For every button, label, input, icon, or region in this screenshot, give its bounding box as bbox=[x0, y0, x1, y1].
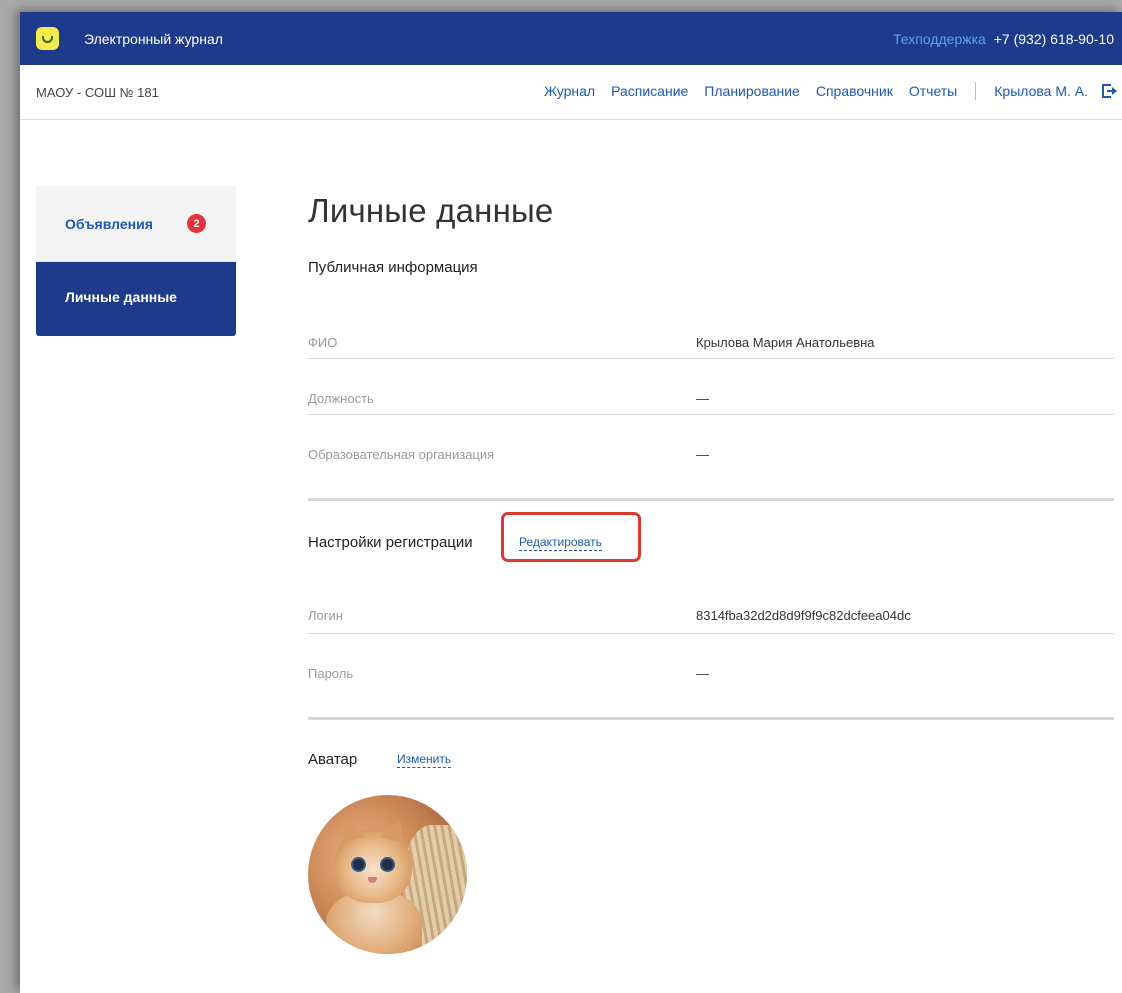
page-title: Личные данные bbox=[308, 192, 554, 229]
sidebar-item-announcements[interactable]: Объявления 2 bbox=[36, 186, 236, 262]
avatar-image bbox=[308, 795, 467, 954]
sidebar-item-personal-data[interactable]: Личные данные bbox=[36, 262, 236, 336]
field-value-login: 8314fba32d2d8d9f9f9c82dcfeea04dc bbox=[696, 608, 911, 623]
field-value-organization: — bbox=[696, 447, 709, 462]
avatar-heading: Аватар bbox=[308, 751, 358, 768]
section-divider bbox=[308, 717, 1114, 720]
top-bar: Электронный журнал Техподдержка +7 (932)… bbox=[20, 12, 1122, 65]
app-logo-icon[interactable] bbox=[36, 27, 59, 50]
support-phone: +7 (932) 618-90-10 bbox=[993, 31, 1114, 47]
nav-link-reports[interactable]: Отчеты bbox=[909, 83, 957, 99]
row-divider bbox=[308, 414, 1114, 415]
logout-icon[interactable] bbox=[1102, 84, 1117, 98]
edit-registration-link[interactable]: Редактировать bbox=[519, 535, 602, 551]
registration-settings-heading: Настройки регистрации bbox=[308, 534, 473, 551]
change-avatar-link[interactable]: Изменить bbox=[397, 752, 452, 768]
sidebar: Объявления 2 Личные данные bbox=[36, 186, 236, 336]
field-label-position: Должность bbox=[308, 391, 374, 406]
sidebar-item-label: Личные данные bbox=[65, 289, 177, 305]
nav-link-journal[interactable]: Журнал bbox=[544, 83, 595, 99]
public-info-heading: Публичная информация bbox=[308, 259, 478, 276]
field-label-login: Логин bbox=[308, 608, 343, 623]
nav-divider bbox=[975, 82, 977, 100]
nav-link-planning[interactable]: Планирование bbox=[704, 83, 800, 99]
support-info: Техподдержка +7 (932) 618-90-10 bbox=[893, 31, 1114, 47]
nav-link-directory[interactable]: Справочник bbox=[816, 83, 893, 99]
field-label-password: Пароль bbox=[308, 666, 354, 681]
field-label-fullname: ФИО bbox=[308, 335, 338, 350]
field-value-password: — bbox=[696, 666, 709, 681]
user-name-link[interactable]: Крылова М. А. bbox=[994, 83, 1088, 99]
support-link[interactable]: Техподдержка bbox=[893, 31, 986, 47]
app-title: Электронный журнал bbox=[84, 31, 223, 47]
field-value-fullname: Крылова Мария Анатольевна bbox=[696, 335, 875, 350]
row-divider bbox=[308, 633, 1114, 634]
field-value-position: — bbox=[696, 391, 709, 406]
row-divider bbox=[308, 358, 1114, 359]
nav-link-schedule[interactable]: Расписание bbox=[611, 83, 688, 99]
sidebar-item-label: Объявления bbox=[65, 216, 153, 232]
main-nav: Журнал Расписание Планирование Справочни… bbox=[528, 82, 1117, 100]
section-divider bbox=[308, 498, 1114, 501]
app-window: Электронный журнал Техподдержка +7 (932)… bbox=[20, 12, 1122, 993]
nav-bar: МАОУ - СОШ № 181 Журнал Расписание Плани… bbox=[20, 65, 1122, 120]
school-name: МАОУ - СОШ № 181 bbox=[36, 85, 159, 100]
notification-badge: 2 bbox=[187, 214, 206, 233]
field-label-organization: Образовательная организация bbox=[308, 447, 495, 462]
